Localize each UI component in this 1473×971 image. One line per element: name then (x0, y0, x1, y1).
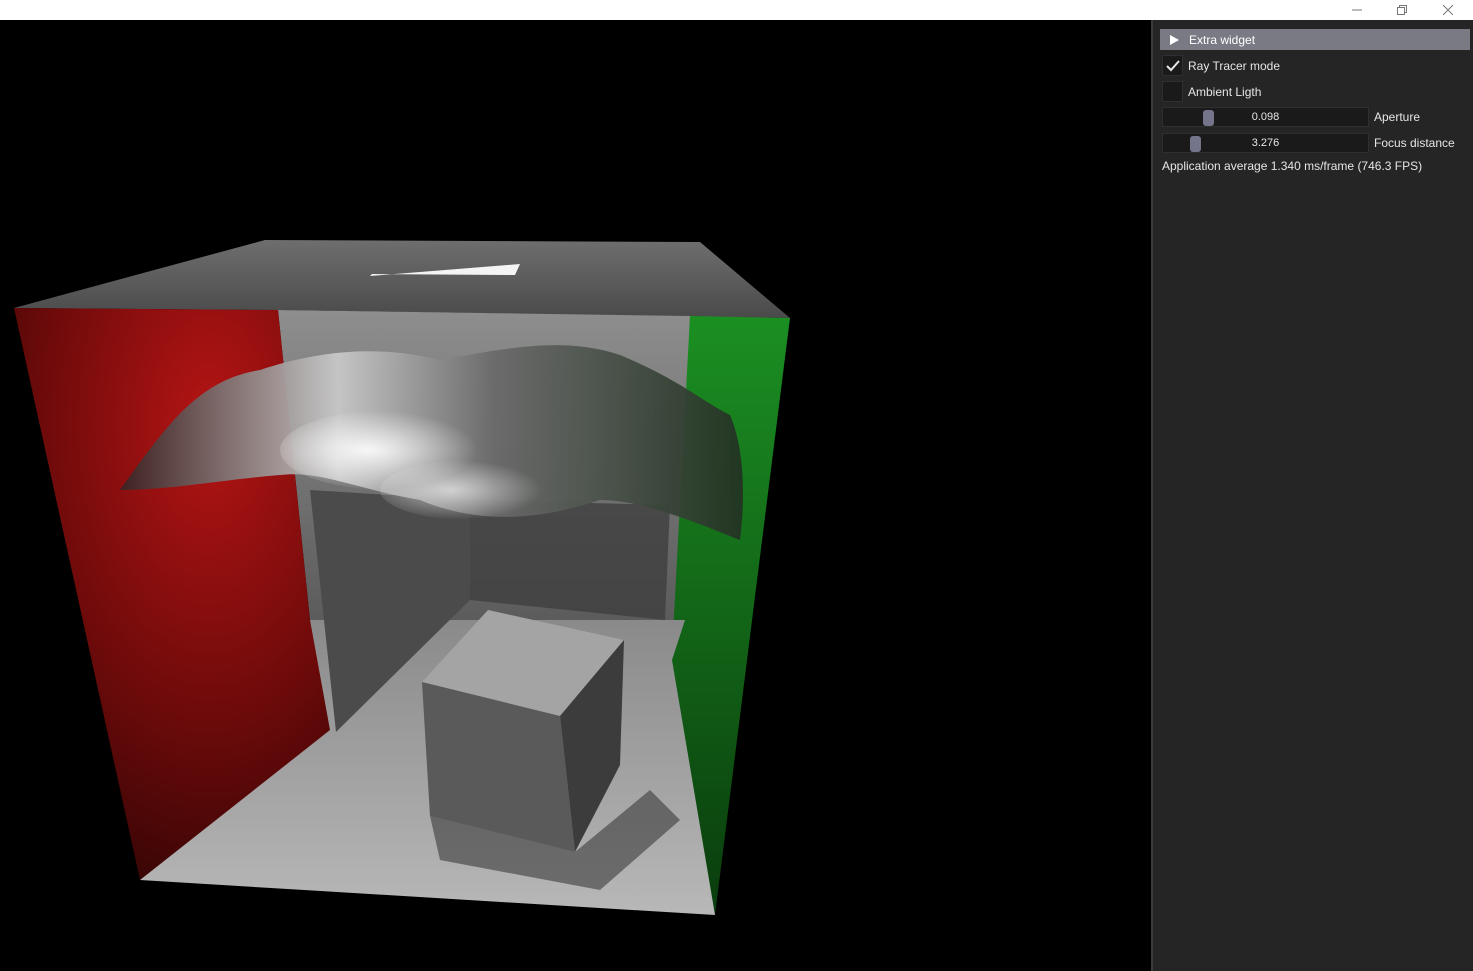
extra-widget-header[interactable]: Extra widget (1160, 29, 1470, 50)
close-button[interactable] (1425, 0, 1471, 20)
extra-widget-panel: Extra widget Ray Tracer mode Ambient Lig… (1151, 20, 1473, 971)
aperture-value: 0.098 (1251, 111, 1280, 123)
checkmark-icon (1165, 59, 1180, 71)
restore-icon (1397, 5, 1407, 15)
close-icon (1443, 5, 1453, 15)
restore-button[interactable] (1379, 0, 1425, 20)
aperture-label: Aperture (1374, 110, 1421, 124)
focus-distance-value: 3.276 (1251, 137, 1280, 149)
cornell-box-render (14, 240, 790, 915)
ambient-checkbox[interactable] (1162, 81, 1183, 102)
render-viewport[interactable] (0, 20, 1151, 971)
ambient-label: Ambient Ligth (1188, 84, 1262, 99)
header-label: Extra widget (1189, 32, 1256, 47)
fps-stats: Application average 1.340 ms/frame (746.… (1162, 159, 1423, 173)
collapse-arrow-icon (1170, 34, 1179, 45)
title-bar (0, 0, 1473, 20)
focus-row: 3.276 Focus distance (1162, 133, 1455, 153)
focus-distance-slider[interactable]: 3.276 (1162, 133, 1369, 153)
ray-tracer-label: Ray Tracer mode (1188, 58, 1281, 73)
minimize-icon (1352, 9, 1362, 11)
aperture-row: 0.098 Aperture (1162, 107, 1420, 127)
aperture-slider[interactable]: 0.098 (1162, 107, 1369, 127)
focus-distance-label: Focus distance (1374, 136, 1455, 150)
ray-tracer-row: Ray Tracer mode (1162, 55, 1280, 76)
ray-tracer-checkbox[interactable] (1162, 55, 1183, 76)
minimize-button[interactable] (1334, 0, 1380, 20)
ambient-row: Ambient Ligth (1162, 81, 1261, 102)
